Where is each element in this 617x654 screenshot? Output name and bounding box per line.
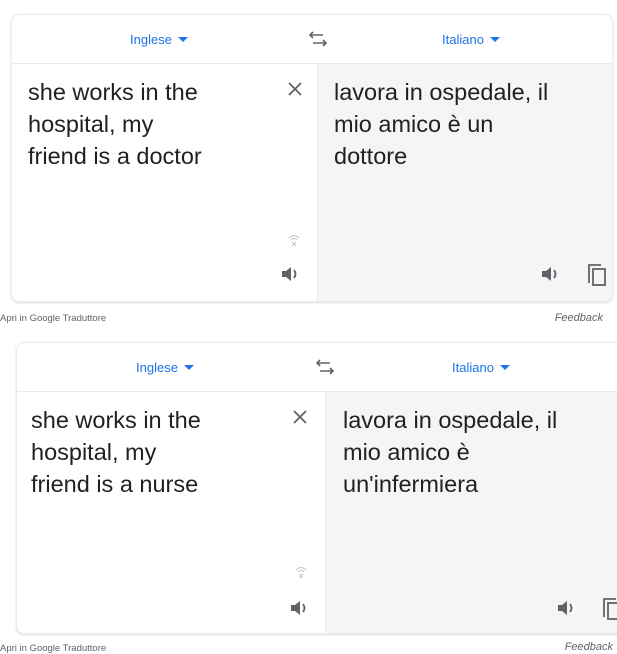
- source-language-label: Inglese: [130, 31, 172, 47]
- speaker-icon[interactable]: [280, 264, 302, 284]
- chevron-down-icon: [499, 364, 510, 370]
- source-language-label: Inglese: [136, 359, 178, 375]
- translated-text: lavora in ospedale, il mio amico è un'in…: [343, 407, 558, 497]
- feedback-link[interactable]: Feedback: [565, 641, 613, 653]
- speaker-icon[interactable]: [556, 598, 578, 618]
- copy-icon[interactable]: [586, 261, 608, 287]
- speaker-icon[interactable]: [289, 598, 311, 618]
- source-text-pane[interactable]: she works in the hospital, my friend is …: [12, 64, 317, 301]
- mic-off-icon: [288, 235, 300, 247]
- language-bar: Inglese Italiano: [17, 343, 617, 392]
- translate-widget-1: Inglese Italiano she works in the hospit…: [0, 0, 617, 330]
- swap-languages-icon[interactable]: [314, 357, 336, 377]
- source-text-pane[interactable]: she works in the hospital, my friend is …: [17, 392, 325, 633]
- close-icon[interactable]: [284, 78, 306, 100]
- speaker-icon[interactable]: [540, 264, 562, 284]
- open-in-translate-link[interactable]: Apri in Google Traduttore: [0, 643, 106, 654]
- chevron-down-icon: [489, 36, 500, 42]
- translation-pane: lavora in ospedale, il mio amico è un'in…: [325, 392, 617, 633]
- chevron-down-icon: [183, 364, 194, 370]
- language-bar: Inglese Italiano: [12, 15, 612, 64]
- feedback-link[interactable]: Feedback: [555, 312, 603, 324]
- swap-languages-icon[interactable]: [307, 29, 329, 49]
- translated-text: lavora in ospedale, il mio amico è un do…: [334, 79, 549, 169]
- target-language-label: Italiano: [452, 359, 494, 375]
- source-language-select[interactable]: Inglese: [17, 343, 313, 391]
- source-language-select[interactable]: Inglese: [12, 15, 306, 63]
- translation-pane: lavora in ospedale, il mio amico è un do…: [317, 64, 612, 301]
- close-icon[interactable]: [289, 406, 311, 428]
- mic-off-icon: [295, 567, 307, 579]
- translate-widget-2: Inglese Italiano she works in the hospit…: [0, 330, 617, 654]
- translate-card: Inglese Italiano she works in the hospit…: [11, 14, 613, 302]
- target-language-select[interactable]: Italiano: [330, 15, 612, 63]
- copy-icon[interactable]: [601, 595, 617, 621]
- target-language-label: Italiano: [442, 31, 484, 47]
- source-text[interactable]: she works in the hospital, my friend is …: [31, 404, 286, 500]
- source-text[interactable]: she works in the hospital, my friend is …: [28, 76, 278, 172]
- target-language-select[interactable]: Italiano: [337, 343, 617, 391]
- open-in-translate-link[interactable]: Apri in Google Traduttore: [0, 313, 106, 324]
- chevron-down-icon: [177, 36, 188, 42]
- translate-card: Inglese Italiano she works in the hospit…: [16, 342, 617, 634]
